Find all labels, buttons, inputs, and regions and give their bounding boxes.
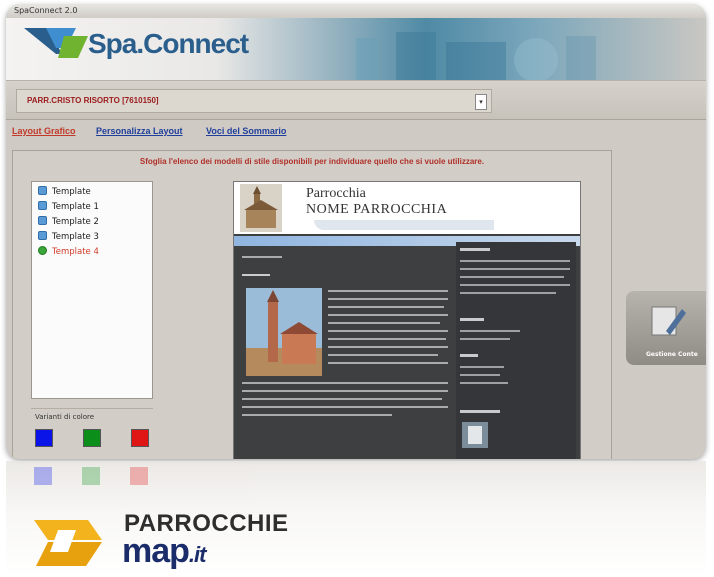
preview-sidebar — [456, 242, 576, 459]
preview-text-line — [328, 330, 448, 332]
tab-layout-grafico[interactable]: Layout Grafico — [12, 126, 76, 136]
template-label: Template 1 — [52, 202, 99, 212]
gestione-contenuti-label: Gestione Conte — [646, 351, 698, 358]
template-icon — [38, 201, 47, 210]
color-swatch-blue[interactable] — [35, 429, 53, 447]
preview-title-line2: NOME PARROCCHIA — [306, 202, 448, 217]
parish-bar: PARR.CRISTO RISORTO [7610150] ▾ — [6, 80, 706, 120]
preview-text-line — [242, 274, 270, 276]
preview-text-line — [242, 390, 448, 392]
parish-select-value: PARR.CRISTO RISORTO [7610150] — [27, 96, 159, 105]
preview-text-line — [328, 322, 440, 324]
template-list-item-selected[interactable]: Template 4 — [38, 246, 99, 260]
template-icon — [38, 216, 47, 225]
template-list-item[interactable]: Template — [38, 186, 91, 200]
reflection-swatch — [130, 467, 148, 485]
template-list-item[interactable]: Template 2 — [38, 216, 99, 230]
preview-text-line — [328, 354, 438, 356]
preview-text-line — [328, 298, 448, 300]
layout-panel: Sfoglia l'elenco dei modelli di stile di… — [12, 150, 612, 459]
template-label: Template — [52, 187, 91, 197]
app-window: SpaConnect 2.0 Spa.Connect PARR.CRISTO R… — [6, 4, 706, 459]
tab-personalizza-layout[interactable]: Personalizza Layout — [96, 126, 183, 136]
window-title: SpaConnect 2.0 — [14, 6, 78, 15]
template-icon — [38, 231, 47, 240]
template-label: Template 4 — [52, 247, 99, 257]
template-list-item[interactable]: Template 3 — [38, 231, 99, 245]
window-titlebar: SpaConnect 2.0 — [6, 4, 706, 18]
template-icon — [38, 186, 47, 195]
preview-text-line — [328, 290, 448, 292]
parrocchiemap-logo: PARROCCHIE map.it — [32, 510, 332, 572]
template-label: Template 2 — [52, 217, 99, 227]
preview-nav — [314, 220, 494, 230]
preview-text-line — [242, 414, 392, 416]
template-preview: Parrocchia NOME PARROCCHIA — [233, 181, 581, 459]
preview-text-line — [328, 338, 446, 340]
gestione-contenuti-button[interactable]: Gestione Conte — [626, 291, 706, 365]
color-swatch-green[interactable] — [83, 429, 101, 447]
preview-text-line — [328, 306, 444, 308]
instruction-text: Sfoglia l'elenco dei modelli di stile di… — [139, 157, 485, 166]
document-pencil-icon — [651, 306, 686, 336]
color-variants-label: Varianti di colore — [35, 413, 95, 421]
reflection-swatch — [82, 467, 100, 485]
preview-text-line — [328, 362, 448, 364]
brand-name: Spa.Connect — [88, 28, 249, 59]
parrocchiemap-logo-icon — [34, 520, 102, 566]
parish-select[interactable]: PARR.CRISTO RISORTO [7610150] ▾ — [16, 89, 492, 113]
preview-header: Parrocchia NOME PARROCCHIA — [234, 182, 580, 234]
preview-text-line — [328, 314, 448, 316]
parrocchiemap-domain-name: map — [122, 532, 190, 570]
parrocchiemap-tld: .it — [188, 542, 207, 567]
template-label: Template 3 — [52, 232, 99, 242]
preview-text-line — [242, 406, 448, 408]
preview-title-line1: Parrocchia — [306, 186, 366, 201]
divider — [31, 408, 153, 409]
preview-text-line — [242, 256, 282, 258]
church-photo-icon — [246, 288, 322, 376]
preview-text-line — [328, 346, 448, 348]
church-icon — [240, 184, 282, 232]
template-list-item[interactable]: Template 1 — [38, 201, 99, 215]
check-icon — [38, 246, 47, 255]
preview-text-line — [242, 398, 442, 400]
parrocchiemap-domain: map.it — [122, 532, 207, 571]
tab-voci-sommario[interactable]: Voci del Sommario — [206, 126, 286, 136]
color-swatch-red[interactable] — [131, 429, 149, 447]
template-list[interactable]: Template Template 1 Template 2 Template … — [31, 181, 153, 399]
dropdown-arrow-icon[interactable]: ▾ — [475, 94, 487, 110]
preview-text-line — [242, 382, 448, 384]
reflection-swatch — [34, 467, 52, 485]
